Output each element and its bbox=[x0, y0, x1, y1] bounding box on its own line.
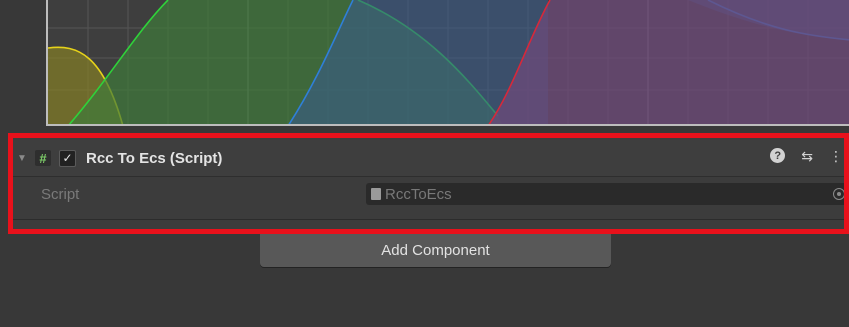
script-value: RccToEcs bbox=[385, 185, 452, 203]
script-label: Script bbox=[41, 185, 80, 203]
foldout-arrow-icon[interactable]: ▼ bbox=[17, 153, 31, 164]
add-component-button[interactable]: Add Component bbox=[260, 234, 611, 267]
script-object-field[interactable]: RccToEcs bbox=[366, 183, 849, 205]
enabled-checkbox[interactable]: ✓ bbox=[59, 149, 76, 167]
component-title: Rcc To Ecs (Script) bbox=[86, 149, 223, 167]
curve-graph-area bbox=[0, 0, 849, 135]
help-icon[interactable]: ? bbox=[770, 148, 786, 163]
red-curve-fill bbox=[489, 0, 849, 124]
component-header[interactable]: ▼ # ✓ Rcc To Ecs (Script) ? ⇆ ⋮ bbox=[13, 140, 849, 177]
object-picker-icon[interactable] bbox=[833, 188, 845, 200]
script-property-row: Script RccToEcs bbox=[13, 180, 849, 208]
script-asset-icon bbox=[371, 188, 381, 200]
presets-icon[interactable]: ⇆ bbox=[801, 148, 813, 165]
component-divider bbox=[13, 219, 849, 220]
header-icons: ? ⇆ ⋮ bbox=[770, 148, 843, 165]
context-menu-icon[interactable]: ⋮ bbox=[829, 148, 843, 165]
curve-graph[interactable] bbox=[46, 0, 849, 126]
script-icon: # bbox=[35, 150, 51, 166]
curve-graph-svg bbox=[48, 0, 849, 124]
